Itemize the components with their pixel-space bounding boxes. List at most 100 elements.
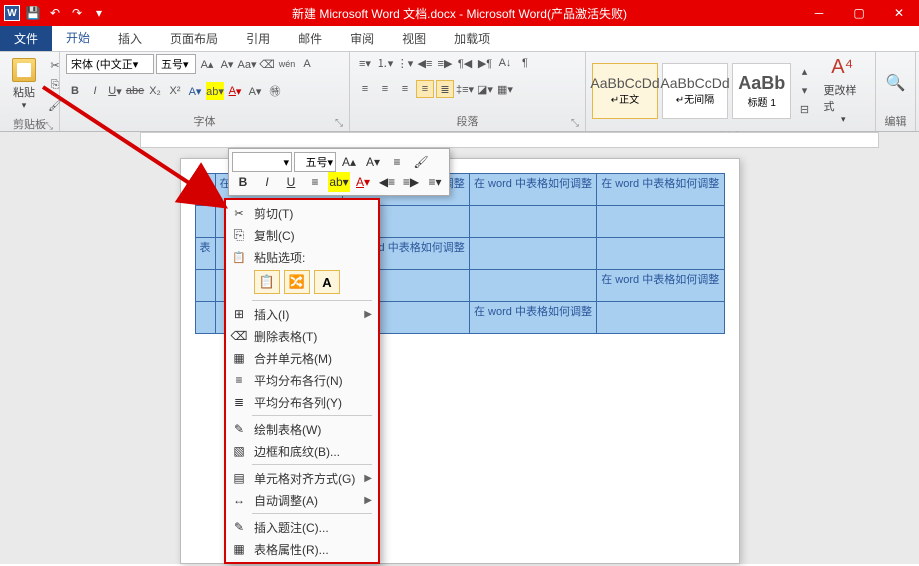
paste-button[interactable]: 粘贴 ▾ <box>6 54 42 114</box>
table-cell[interactable]: 表 <box>195 238 215 270</box>
table-cell[interactable] <box>195 206 215 238</box>
distribute-icon[interactable]: ≣ <box>436 80 454 98</box>
phonetic-icon[interactable]: wén <box>278 55 296 73</box>
styles-more-icon[interactable]: ⊟ <box>795 101 813 119</box>
paste-text-only-icon[interactable]: A <box>314 270 340 294</box>
mini-italic-icon[interactable]: I <box>256 172 278 192</box>
tab-references[interactable]: 引用 <box>232 26 284 51</box>
mini-center-icon[interactable]: ≡ <box>304 172 326 192</box>
decrease-indent-icon[interactable]: ◀≡ <box>416 54 434 72</box>
style-heading1[interactable]: AaBb 标题 1 <box>732 63 791 119</box>
mini-indent-dec-icon[interactable]: ◀≡ <box>376 172 398 192</box>
qat-customize-icon[interactable]: ▾ <box>90 4 108 22</box>
tab-layout[interactable]: 页面布局 <box>156 26 232 51</box>
menu-insert-caption[interactable]: 插入题注(C)... <box>226 516 378 538</box>
qat-save-icon[interactable]: 💾 <box>24 4 42 22</box>
tab-mail[interactable]: 邮件 <box>284 26 336 51</box>
horizontal-ruler[interactable] <box>140 132 879 148</box>
line-spacing-icon[interactable]: ‡≡▾ <box>456 80 474 98</box>
align-center-icon[interactable]: ≡ <box>376 80 394 98</box>
highlight-icon[interactable]: ab▾ <box>206 82 224 100</box>
minimize-button[interactable]: ─ <box>799 0 839 26</box>
mini-font-color-icon[interactable]: A▾ <box>352 172 374 192</box>
table-cell[interactable] <box>470 238 597 270</box>
multilevel-icon[interactable]: ⋮▾ <box>396 54 414 72</box>
bullets-icon[interactable]: ≡▾ <box>356 54 374 72</box>
menu-draw-table[interactable]: 绘制表格(W) <box>226 418 378 440</box>
paste-keep-source-icon[interactable]: 📋 <box>254 270 280 294</box>
align-left-icon[interactable]: ≡ <box>356 80 374 98</box>
tab-addin[interactable]: 加载项 <box>440 26 504 51</box>
sort-icon[interactable]: A↓ <box>496 54 514 72</box>
style-normal[interactable]: AaBbCcDd ↵正文 <box>592 63 658 119</box>
shrink-font-icon[interactable]: A▾ <box>218 55 236 73</box>
clear-format-icon[interactable]: ⌫ <box>258 55 276 73</box>
table-cell[interactable] <box>597 302 724 334</box>
table-cell[interactable] <box>195 270 215 302</box>
mini-highlight-icon[interactable]: ab▾ <box>328 172 350 192</box>
font-size-select[interactable]: 五号▾ <box>156 54 196 74</box>
menu-copy[interactable]: 复制(C) <box>226 224 378 246</box>
style-no-spacing[interactable]: AaBbCcDd ↵无间隔 <box>662 63 728 119</box>
table-cell[interactable]: 在 word 中表格如何调整 <box>597 270 724 302</box>
justify-icon[interactable]: ≡ <box>416 80 434 98</box>
menu-insert[interactable]: 插入(I) ▶ <box>226 303 378 325</box>
ltr-icon[interactable]: ¶◀ <box>456 54 474 72</box>
table-cell[interactable] <box>470 270 597 302</box>
qat-undo-icon[interactable]: ↶ <box>46 4 64 22</box>
table-cell[interactable] <box>470 206 597 238</box>
underline-button[interactable]: U▾ <box>106 82 124 100</box>
menu-cut[interactable]: 剪切(T) <box>226 202 378 224</box>
clipboard-launcher[interactable]: ⤡ <box>45 121 53 132</box>
menu-table-properties[interactable]: 表格属性(R)... <box>226 538 378 560</box>
char-border-icon[interactable]: A <box>298 55 316 73</box>
paragraph-launcher[interactable]: ⤡ <box>571 118 579 129</box>
change-case-icon[interactable]: Aa▾ <box>238 55 256 73</box>
bold-button[interactable]: B <box>66 82 84 100</box>
font-color-icon[interactable]: A▾ <box>226 82 244 100</box>
mini-indent-inc-icon[interactable]: ≡▶ <box>400 172 422 192</box>
increase-indent-icon[interactable]: ≡▶ <box>436 54 454 72</box>
change-styles-button[interactable]: A⁴ 更改样式 ▾ <box>817 54 869 127</box>
menu-cell-align[interactable]: 单元格对齐方式(G) ▶ <box>226 467 378 489</box>
styles-down-icon[interactable]: ▾ <box>795 82 813 100</box>
mini-bold-icon[interactable]: B <box>232 172 254 192</box>
numbering-icon[interactable]: ⒈▾ <box>376 54 394 72</box>
font-launcher[interactable]: ⤡ <box>335 118 343 129</box>
strikethrough-button[interactable]: abe <box>126 82 144 100</box>
close-button[interactable]: ✕ <box>879 0 919 26</box>
paste-merge-icon[interactable]: 🔀 <box>284 270 310 294</box>
show-marks-icon[interactable]: ¶ <box>516 54 534 72</box>
borders-icon[interactable]: ▦▾ <box>496 80 514 98</box>
maximize-button[interactable]: ▢ <box>839 0 879 26</box>
table-cell[interactable]: 在 word 中表格如何调整 <box>470 174 597 206</box>
table-cell[interactable]: 表 <box>195 174 215 206</box>
tab-home[interactable]: 开始 <box>52 26 104 51</box>
font-name-select[interactable]: 宋体 (中文正▾ <box>66 54 154 74</box>
rtl-icon[interactable]: ▶¶ <box>476 54 494 72</box>
menu-borders-shading[interactable]: 边框和底纹(B)... <box>226 440 378 462</box>
mini-grow-font-icon[interactable]: A▴ <box>338 152 360 172</box>
menu-distribute-rows[interactable]: 平均分布各行(N) <box>226 369 378 391</box>
tab-file[interactable]: 文件 <box>0 26 52 51</box>
superscript-button[interactable]: X² <box>166 82 184 100</box>
align-right-icon[interactable]: ≡ <box>396 80 414 98</box>
char-shading-icon[interactable]: A▾ <box>246 82 264 100</box>
tab-insert[interactable]: 插入 <box>104 26 156 51</box>
text-effects-icon[interactable]: A▾ <box>186 82 204 100</box>
mini-painter-icon[interactable]: 🖌 <box>410 152 432 172</box>
enclose-char-icon[interactable]: ㊕ <box>266 82 284 100</box>
menu-merge-cells[interactable]: 合并单元格(M) <box>226 347 378 369</box>
table-cell[interactable]: 在 word 中表格如何调整 <box>470 302 597 334</box>
qat-redo-icon[interactable]: ↷ <box>68 4 86 22</box>
find-icon[interactable]: 🔍 <box>887 74 905 92</box>
shading-icon[interactable]: ◪▾ <box>476 80 494 98</box>
mini-font-name[interactable]: ▾ <box>232 152 292 172</box>
table-cell[interactable] <box>597 206 724 238</box>
styles-up-icon[interactable]: ▴ <box>795 63 813 81</box>
mini-shrink-font-icon[interactable]: A▾ <box>362 152 384 172</box>
grow-font-icon[interactable]: A▴ <box>198 55 216 73</box>
mini-underline-icon[interactable]: U <box>280 172 302 192</box>
mini-bullets-icon[interactable]: ≡▾ <box>424 172 446 192</box>
table-cell[interactable]: 在 word 中表格如何调整 <box>597 174 724 206</box>
